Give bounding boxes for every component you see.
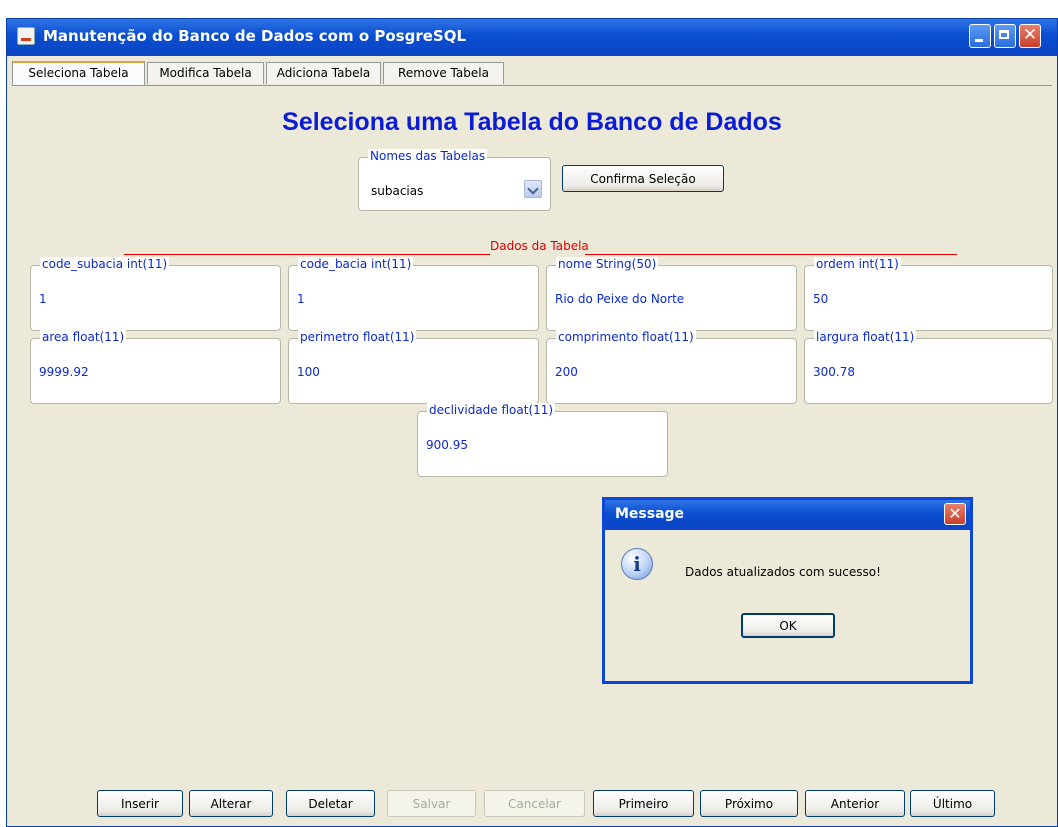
field-label: largura float(11) [814,330,917,344]
field-declividade: declividade float(11) 900.95 [417,403,668,477]
close-icon[interactable]: ✕ [1019,24,1041,48]
field-value[interactable]: 1 [297,292,305,306]
field-area: area float(11) 9999.92 [30,330,281,404]
anterior-button[interactable]: Anterior [805,790,905,817]
field-largura: largura float(11) 300.78 [804,330,1053,404]
chevron-down-icon[interactable] [524,180,542,198]
table-select-value: subacias [371,184,424,198]
field-value[interactable]: 100 [297,365,320,379]
info-icon: i [621,548,653,580]
field-perimetro: perimetro float(11) 100 [288,330,539,404]
table-selector-legend: Nomes das Tabelas [368,149,488,163]
field-value[interactable]: 900.95 [426,438,468,452]
field-value[interactable]: 200 [555,365,578,379]
alterar-button[interactable]: Alterar [189,790,273,817]
table-selector-group: Nomes das Tabelas subacias [358,149,551,211]
cancelar-button[interactable]: Cancelar [484,790,585,817]
field-value[interactable]: Rio do Peixe do Norte [555,292,684,306]
page-title: Seleciona uma Tabela do Banco de Dados [282,108,782,136]
deletar-button[interactable]: Deletar [286,790,375,817]
inserir-button[interactable]: Inserir [97,790,183,817]
field-nome: nome String(50) Rio do Peixe do Norte [546,257,797,331]
section-separator-right [585,254,957,255]
field-value[interactable]: 9999.92 [39,365,89,379]
ok-button[interactable]: OK [741,613,835,638]
field-label: code_bacia int(11) [298,257,414,271]
field-label: nome String(50) [556,257,659,271]
main-window: Manutenção do Banco de Dados com o Posgr… [6,18,1058,827]
message-dialog: Message ✕ i Dados atualizados com sucess… [602,497,973,684]
title-bar[interactable]: Manutenção do Banco de Dados com o Posgr… [7,19,1057,56]
field-ordem: ordem int(11) 50 [804,257,1053,331]
field-code-subacia: code_subacia int(11) 1 [30,257,281,331]
primeiro-button[interactable]: Primeiro [593,790,694,817]
field-code-bacia: code_bacia int(11) 1 [288,257,539,331]
field-comprimento: comprimento float(11) 200 [546,330,797,404]
field-value[interactable]: 50 [813,292,828,306]
tab-seleciona-tabela[interactable]: Seleciona Tabela [12,61,145,85]
dialog-message: Dados atualizados com sucesso! [685,565,881,579]
field-label: declividade float(11) [427,403,556,417]
section-label: Dados da Tabela [490,239,589,253]
tab-remove-tabela[interactable]: Remove Tabela [383,62,504,84]
minimize-icon[interactable] [969,24,991,48]
confirm-selection-button[interactable]: Confirma Seleção [562,165,724,192]
field-label: comprimento float(11) [556,330,696,344]
field-value[interactable]: 300.78 [813,365,855,379]
ultimo-button[interactable]: Último [910,790,995,817]
field-label: code_subacia int(11) [40,257,170,271]
dialog-title: Message [615,506,685,522]
maximize-icon[interactable] [994,24,1016,48]
section-separator-left [124,254,490,255]
window-title: Manutenção do Banco de Dados com o Posgr… [43,27,467,45]
field-value[interactable]: 1 [39,292,47,306]
field-label: area float(11) [40,330,127,344]
tab-modifica-tabela[interactable]: Modifica Tabela [147,62,264,84]
field-label: perimetro float(11) [298,330,417,344]
salvar-button[interactable]: Salvar [387,790,476,817]
dialog-close-icon[interactable]: ✕ [944,503,966,525]
field-label: ordem int(11) [814,257,901,271]
table-select[interactable]: subacias [367,179,546,201]
java-app-icon [17,27,35,45]
dialog-title-bar[interactable]: Message ✕ [605,500,970,530]
proximo-button[interactable]: Próximo [700,790,798,817]
tab-panel: Seleciona uma Tabela do Banco de Dados N… [12,85,1053,824]
tab-adiciona-tabela[interactable]: Adiciona Tabela [266,62,381,84]
